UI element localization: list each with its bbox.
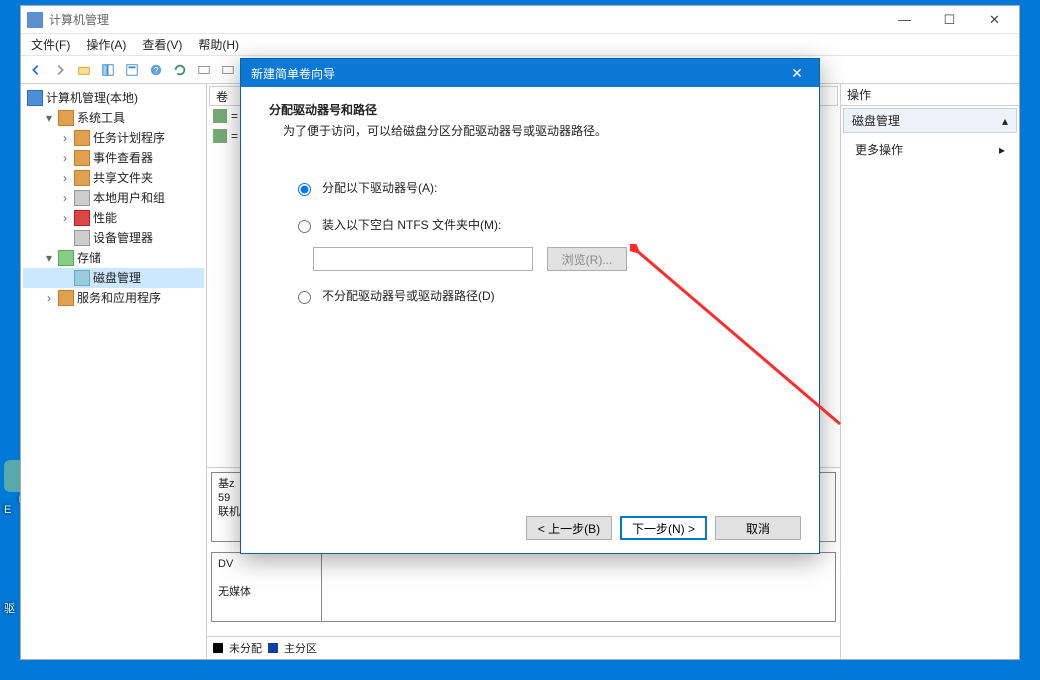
toolbar-btn-a[interactable] bbox=[193, 59, 215, 81]
wizard-title: 新建简单卷向导 bbox=[251, 65, 335, 82]
option-no-assign-label: 不分配驱动器号或驱动器路径(D) bbox=[322, 287, 495, 304]
dvd-label: DV bbox=[218, 557, 315, 571]
tree-shared-folders[interactable]: ›共享文件夹 bbox=[23, 168, 204, 188]
mmc-icon bbox=[27, 12, 43, 28]
legend-unallocated: 未分配 bbox=[229, 640, 262, 656]
actions-section-diskmgmt[interactable]: 磁盘管理 ▴ bbox=[843, 108, 1017, 133]
event-icon bbox=[74, 150, 90, 166]
volume-icon bbox=[213, 129, 227, 143]
desktop-icon-label: 驱 bbox=[4, 600, 15, 616]
device-icon bbox=[74, 230, 90, 246]
tree-task-scheduler[interactable]: ›任务计划程序 bbox=[23, 128, 204, 148]
mount-path-input bbox=[313, 247, 533, 271]
help-button[interactable]: ? bbox=[145, 59, 167, 81]
tree-device-manager[interactable]: 设备管理器 bbox=[23, 228, 204, 248]
wizard-cancel-button[interactable]: 取消 bbox=[715, 516, 801, 540]
volume-icon bbox=[213, 109, 227, 123]
actions-header: 操作 bbox=[841, 84, 1019, 106]
dvd-nomedia: 无媒体 bbox=[218, 585, 315, 599]
menu-view[interactable]: 查看(V) bbox=[136, 34, 188, 55]
menu-help[interactable]: 帮助(H) bbox=[192, 34, 245, 55]
nav-back-button[interactable] bbox=[25, 59, 47, 81]
wizard-titlebar[interactable]: 新建简单卷向导 ✕ bbox=[241, 59, 819, 87]
wizard-back-button[interactable]: < 上一步(B) bbox=[526, 516, 612, 540]
tree-root[interactable]: 计算机管理(本地) bbox=[23, 88, 204, 108]
legend: 未分配 主分区 bbox=[207, 636, 840, 659]
wizard-heading: 分配驱动器号和路径 bbox=[269, 101, 799, 118]
window-title: 计算机管理 bbox=[49, 11, 109, 28]
menu-action[interactable]: 操作(A) bbox=[80, 34, 132, 55]
tree-storage[interactable]: ▾存储 bbox=[23, 248, 204, 268]
browse-button: 浏览(R)... bbox=[547, 247, 627, 271]
services-icon bbox=[58, 290, 74, 306]
close-button[interactable]: ✕ bbox=[972, 6, 1017, 34]
minimize-button[interactable]: — bbox=[882, 6, 927, 34]
option-mount-folder[interactable]: 装入以下空白 NTFS 文件夹中(M): bbox=[293, 216, 779, 233]
radio-no-assign[interactable] bbox=[298, 291, 311, 304]
tree-performance[interactable]: ›性能 bbox=[23, 208, 204, 228]
refresh-button[interactable] bbox=[169, 59, 191, 81]
users-icon bbox=[74, 190, 90, 206]
perf-icon bbox=[74, 210, 90, 226]
share-icon bbox=[74, 170, 90, 186]
legend-primary: 主分区 bbox=[284, 640, 317, 656]
wizard-subheading: 为了便于访问，可以给磁盘分区分配驱动器号或驱动器路径。 bbox=[269, 122, 799, 139]
collapse-icon: ▴ bbox=[1002, 114, 1008, 128]
svg-text:?: ? bbox=[154, 65, 159, 75]
actions-pane: 操作 磁盘管理 ▴ 更多操作 ▸ bbox=[841, 84, 1019, 659]
tree-services-apps[interactable]: ›服务和应用程序 bbox=[23, 288, 204, 308]
titlebar[interactable]: 计算机管理 — ☐ ✕ bbox=[21, 6, 1019, 34]
new-simple-volume-wizard: 新建简单卷向导 ✕ 分配驱动器号和路径 为了便于访问，可以给磁盘分区分配驱动器号… bbox=[240, 58, 820, 554]
computer-icon bbox=[27, 90, 43, 106]
chevron-right-icon: ▸ bbox=[999, 143, 1005, 157]
disk-icon bbox=[74, 270, 90, 286]
option-no-assign[interactable]: 不分配驱动器号或驱动器路径(D) bbox=[293, 287, 779, 304]
tree-system-tools[interactable]: ▾系统工具 bbox=[23, 108, 204, 128]
tree-disk-management[interactable]: 磁盘管理 bbox=[23, 268, 204, 288]
wizard-close-button[interactable]: ✕ bbox=[777, 59, 817, 87]
toolbar-btn-b[interactable] bbox=[217, 59, 239, 81]
option-assign-letter[interactable]: 分配以下驱动器号(A): bbox=[293, 179, 779, 196]
option-mount-folder-label: 装入以下空白 NTFS 文件夹中(M): bbox=[322, 216, 501, 233]
show-hide-button[interactable] bbox=[97, 59, 119, 81]
wizard-next-button[interactable]: 下一步(N) > bbox=[620, 516, 707, 540]
radio-assign-letter[interactable] bbox=[298, 183, 311, 196]
up-button[interactable] bbox=[73, 59, 95, 81]
maximize-button[interactable]: ☐ bbox=[927, 6, 972, 34]
nav-tree[interactable]: 计算机管理(本地) ▾系统工具 ›任务计划程序 ›事件查看器 ›共享文件夹 ›本… bbox=[21, 84, 207, 659]
properties-button[interactable] bbox=[121, 59, 143, 81]
disk-card-dvd[interactable]: DV 无媒体 bbox=[211, 552, 836, 622]
folder-icon bbox=[58, 110, 74, 126]
nav-fwd-button[interactable] bbox=[49, 59, 71, 81]
clock-icon bbox=[74, 130, 90, 146]
tree-event-viewer[interactable]: ›事件查看器 bbox=[23, 148, 204, 168]
storage-icon bbox=[58, 250, 74, 266]
menu-file[interactable]: 文件(F) bbox=[25, 34, 76, 55]
menubar: 文件(F) 操作(A) 查看(V) 帮助(H) bbox=[21, 34, 1019, 56]
desktop-icon-label: E bbox=[4, 504, 11, 516]
tree-local-users[interactable]: ›本地用户和组 bbox=[23, 188, 204, 208]
radio-mount-folder[interactable] bbox=[298, 220, 311, 233]
option-assign-letter-label: 分配以下驱动器号(A): bbox=[322, 179, 437, 196]
actions-more[interactable]: 更多操作 ▸ bbox=[841, 135, 1019, 164]
